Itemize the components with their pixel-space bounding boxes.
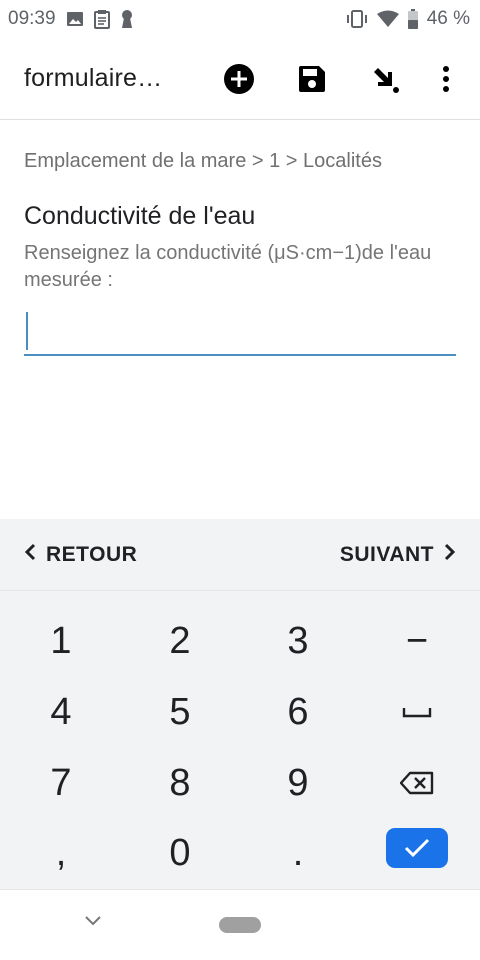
chevron-left-icon [24,543,36,567]
conductivity-input-wrapper[interactable] [24,310,456,356]
key-period[interactable]: . [258,825,338,881]
chevron-down-icon[interactable] [84,914,102,932]
key-9[interactable]: 9 [258,755,338,811]
chevron-right-icon [444,543,456,567]
key-5[interactable]: 5 [140,684,220,740]
back-button[interactable]: RETOUR [24,543,137,567]
key-6[interactable]: 6 [258,684,338,740]
battery-percent: 46 % [426,8,470,29]
key-4[interactable]: 4 [21,684,101,740]
key-0[interactable]: 0 [140,825,220,881]
key-8[interactable]: 8 [140,755,220,811]
keyhole-icon [120,9,134,29]
key-backspace[interactable] [377,755,457,811]
key-7[interactable]: 7 [21,755,101,811]
backspace-icon [400,771,434,795]
key-3[interactable]: 3 [258,613,338,669]
add-icon[interactable] [224,64,254,94]
question-title: Conductivité de l'eau [24,202,256,230]
question-hint: Renseignez la conductivité (μS·cm−1)de l… [24,242,432,291]
wifi-icon [376,10,399,28]
key-1[interactable]: 1 [21,613,101,669]
key-minus[interactable]: − [377,613,457,669]
vibrate-icon [345,9,369,29]
status-time: 09:39 [8,8,56,29]
home-pill[interactable] [219,917,261,933]
clipboard-icon [93,9,110,29]
text-caret [26,312,28,350]
system-navigation-bar [0,889,480,960]
key-enter[interactable] [386,828,448,868]
key-space[interactable] [377,684,457,740]
form-navigation-bar: RETOUR SUIVANT [0,519,480,591]
breadcrumb: Emplacement de la mare > 1 > Localités [24,150,382,172]
back-label: RETOUR [46,542,138,566]
next-label: SUIVANT [339,542,434,566]
image-icon [66,11,84,27]
app-title: formulaire… [24,64,163,92]
app-bar: formulaire… [0,38,480,120]
save-icon[interactable] [297,64,327,94]
arrow-down-right-icon[interactable] [370,64,400,94]
status-bar: 09:39 46 % [0,0,480,38]
next-button[interactable]: SUIVANT [340,543,456,567]
key-comma[interactable]: , [21,825,101,881]
checkmark-icon [404,838,430,858]
more-vert-icon[interactable] [431,64,461,94]
conductivity-input[interactable] [24,310,456,354]
space-icon [402,708,432,718]
key-2[interactable]: 2 [140,613,220,669]
battery-icon [407,9,419,29]
numeric-keyboard: 1 2 3 − 4 5 6 7 8 9 , 0 . [0,591,480,889]
